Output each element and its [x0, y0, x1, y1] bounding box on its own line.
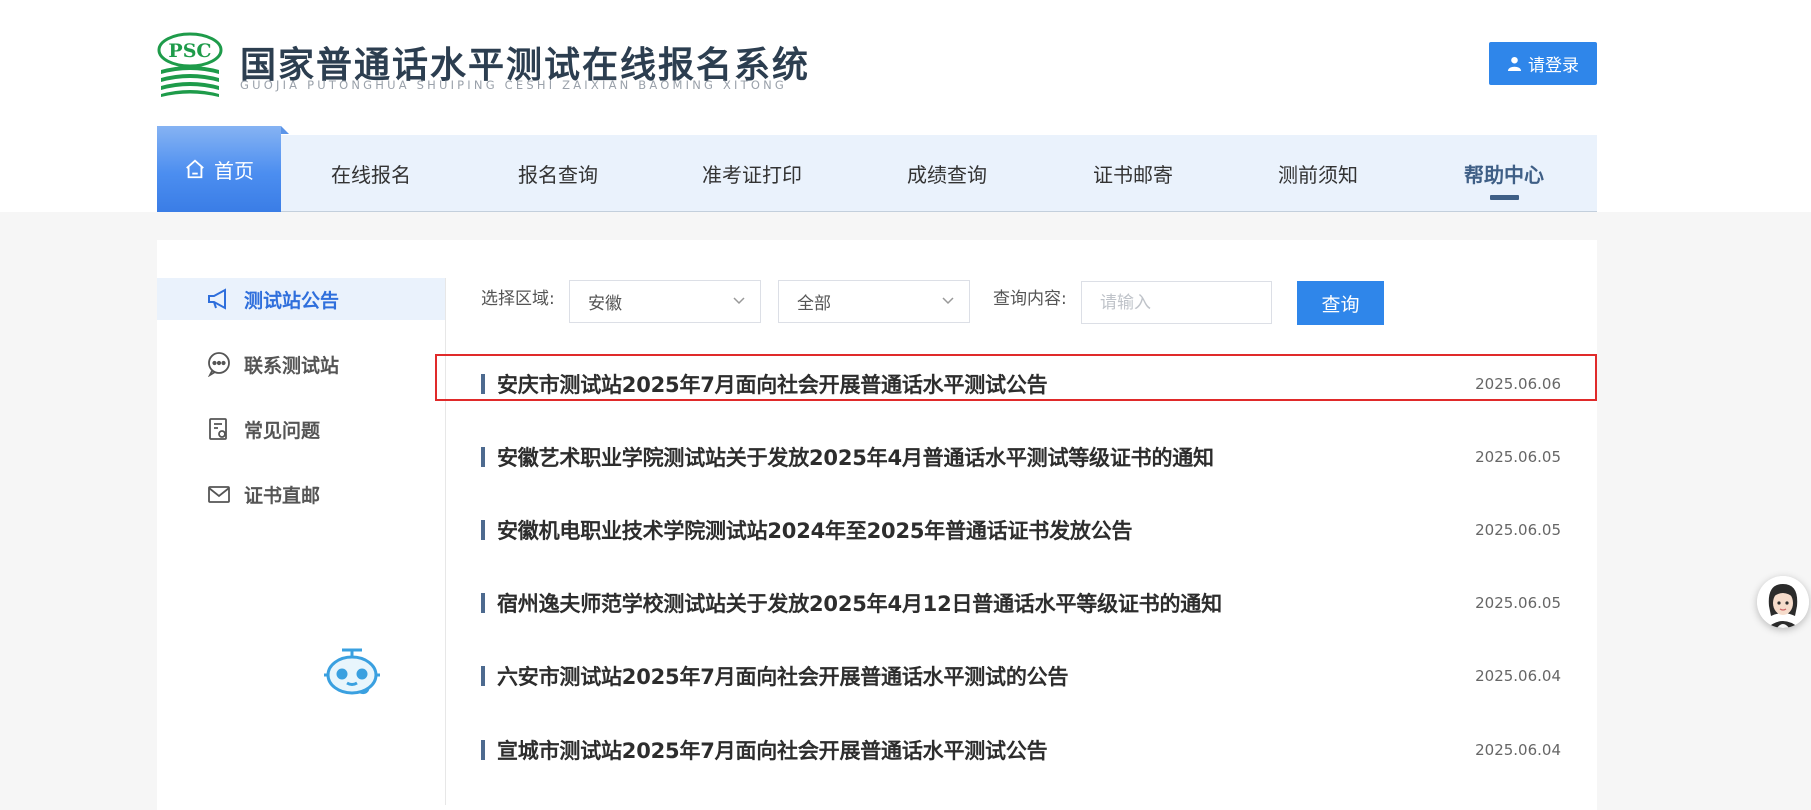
- announcement-title[interactable]: 安徽机电职业技术学院测试站2024年至2025年普通话证书发放公告: [497, 515, 1132, 545]
- announcement-date: 2025.06.05: [1475, 594, 1561, 612]
- announcement-title[interactable]: 宿州逸夫师范学校测试站关于发放2025年4月12日普通话水平等级证书的通知: [497, 588, 1222, 618]
- sidebar-item-certificate-mail[interactable]: 证书直邮: [206, 473, 320, 515]
- list-bullet: [481, 593, 485, 613]
- nav-certificate-mail[interactable]: 证书邮寄: [1058, 135, 1208, 211]
- assistant-avatar-icon: [1757, 576, 1809, 628]
- city-select[interactable]: 全部: [778, 280, 970, 323]
- query-button[interactable]: 查询: [1297, 281, 1384, 325]
- list-bullet: [481, 520, 485, 540]
- nav-home-label: 首页: [214, 158, 254, 183]
- announcement-item[interactable]: 安徽机电职业技术学院测试站2024年至2025年普通话证书发放公告 2025.0…: [481, 506, 1561, 554]
- list-bullet: [481, 666, 485, 686]
- user-icon: [1507, 56, 1522, 71]
- announcement-item[interactable]: 宿州逸夫师范学校测试站关于发放2025年4月12日普通话水平等级证书的通知 20…: [481, 579, 1561, 627]
- nav-admission-ticket[interactable]: 准考证打印: [677, 135, 827, 211]
- login-label: 请登录: [1528, 56, 1579, 76]
- sidebar-item-contact[interactable]: 联系测试站: [206, 343, 339, 385]
- highlight-box: [435, 354, 1597, 401]
- nav-home[interactable]: 首页: [157, 126, 289, 212]
- announcement-date: 2025.06.05: [1475, 448, 1561, 466]
- query-label: 查询内容:: [993, 289, 1067, 309]
- active-tab-indicator: [1490, 195, 1519, 200]
- sidebar-item-faq[interactable]: 常见问题: [206, 408, 320, 450]
- site-subtitle: GUOJIA PUTONGHUA SHUIPING CESHI ZAIXIAN …: [240, 78, 788, 92]
- sidebar-item-label: 测试站公告: [244, 289, 340, 312]
- nav-online-registration[interactable]: 在线报名: [296, 135, 446, 211]
- announcement-date: 2025.06.04: [1475, 667, 1561, 685]
- document-icon: [209, 418, 227, 440]
- search-input[interactable]: [1081, 281, 1272, 324]
- nav-score-query[interactable]: 成绩查询: [872, 135, 1022, 211]
- assistant-avatar[interactable]: [1757, 576, 1809, 628]
- nav-registration-query[interactable]: 报名查询: [483, 135, 633, 211]
- home-icon: [186, 159, 204, 179]
- logo-text: PSC: [168, 40, 211, 62]
- sidebar-item-label: 证书直邮: [244, 484, 321, 507]
- announcement-item[interactable]: 安徽艺术职业学院测试站关于发放2025年4月普通话水平测试等级证书的通知 202…: [481, 433, 1561, 481]
- login-button[interactable]: 请登录: [1489, 42, 1597, 85]
- chevron-down-icon: [733, 297, 745, 305]
- list-bullet: [481, 740, 485, 760]
- city-value: 全部: [797, 294, 831, 314]
- mail-icon: [208, 486, 230, 503]
- robot-assistant-icon[interactable]: [320, 645, 384, 697]
- list-bullet: [481, 447, 485, 467]
- announcement-item[interactable]: 宣城市测试站2025年7月面向社会开展普通话水平测试公告 2025.06.04: [481, 726, 1561, 774]
- megaphone-icon: [208, 288, 226, 310]
- chat-icon: [207, 352, 230, 377]
- sidebar-item-label: 联系测试站: [244, 354, 340, 377]
- sidebar-item-announcements[interactable]: 测试站公告: [206, 278, 339, 320]
- sidebar-item-label: 常见问题: [244, 419, 321, 442]
- announcement-title[interactable]: 宣城市测试站2025年7月面向社会开展普通话水平测试公告: [497, 735, 1048, 765]
- chevron-down-icon: [942, 297, 954, 305]
- province-value: 安徽: [588, 294, 622, 314]
- nav-pretest-notice[interactable]: 测前须知: [1243, 135, 1393, 211]
- announcement-date: 2025.06.04: [1475, 741, 1561, 759]
- psc-logo-icon[interactable]: PSC: [157, 32, 223, 98]
- region-label: 选择区域:: [481, 289, 555, 309]
- announcement-title[interactable]: 六安市测试站2025年7月面向社会开展普通话水平测试的公告: [497, 661, 1068, 691]
- announcement-item[interactable]: 六安市测试站2025年7月面向社会开展普通话水平测试的公告 2025.06.04: [481, 652, 1561, 700]
- announcement-title[interactable]: 安徽艺术职业学院测试站关于发放2025年4月普通话水平测试等级证书的通知: [497, 442, 1214, 472]
- announcement-date: 2025.06.05: [1475, 521, 1561, 539]
- province-select[interactable]: 安徽: [569, 280, 761, 323]
